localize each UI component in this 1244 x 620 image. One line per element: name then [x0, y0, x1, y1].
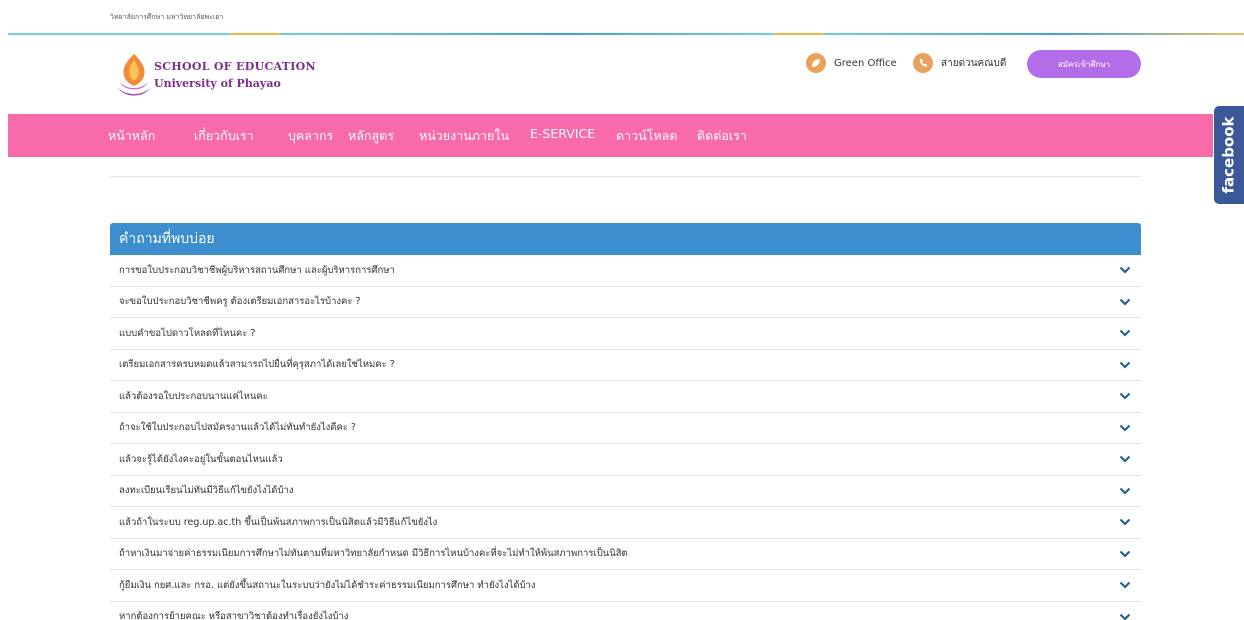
chevron-down-icon[interactable] [1119, 517, 1131, 527]
nav-item-contact[interactable]: ติดต่อเรา [697, 126, 747, 146]
faq-question: แล้วต้องรอใบประกอบนานแค่ไหนคะ [119, 390, 268, 402]
chevron-down-icon[interactable] [1119, 580, 1131, 590]
faq-item[interactable]: ถ้าหาเงินมาจ่ายค่าธรรมเนียมการศึกษาไม่ทั… [110, 539, 1141, 570]
nav-item-download[interactable]: ดาวน์โหลด [616, 126, 677, 146]
faq-item[interactable]: ลงทะเบียนเรียนไม่ทันมีวิธีแก้ไขยังไงได้บ… [110, 476, 1141, 507]
nav-item-about[interactable]: เกี่ยวกับเรา [194, 126, 254, 146]
faq-question: แล้วถ้าในระบบ reg.up.ac.th ขึ้นเป็นพ้นสภ… [119, 516, 438, 528]
dean-hotline-label: สายด่วนคณบดี [941, 57, 1007, 69]
faq-item[interactable]: แล้วต้องรอใบประกอบนานแค่ไหนคะ [110, 381, 1141, 413]
chevron-down-icon[interactable] [1119, 423, 1131, 433]
faq-item[interactable]: เตรียมเอกสารครบหมดแล้วสามารถไปยื่นที่คุร… [110, 350, 1141, 381]
logo-title: SCHOOL OF EDUCATION [154, 60, 316, 73]
faq-question: กู้ยืมเงิน กยศ.และ กรอ. แต่ยังขึ้นสถานะใ… [119, 579, 536, 591]
faq-item[interactable]: แล้วถ้าในระบบ reg.up.ac.th ขึ้นเป็นพ้นสภ… [110, 507, 1141, 539]
faq-question: ถ้าหาเงินมาจ่ายค่าธรรมเนียมการศึกษาไม่ทั… [119, 548, 628, 560]
nav-item-curriculum[interactable]: หลักสูตร [348, 126, 394, 146]
chevron-down-icon[interactable] [1119, 486, 1131, 496]
faq-item[interactable]: กู้ยืมเงิน กยศ.และ กรอ. แต่ยังขึ้นสถานะใ… [110, 570, 1141, 602]
chevron-down-icon[interactable] [1119, 297, 1131, 307]
nav-item-internal-units[interactable]: หน่วยงานภายใน [419, 126, 509, 146]
faq-title: คำถามที่พบบ่อย [110, 223, 1141, 255]
apply-button[interactable]: สมัครเข้าศึกษา [1027, 50, 1141, 78]
nav-item-personnel[interactable]: บุคลากร [288, 126, 333, 146]
faq-question: จะขอใบประกอบวิชาชีพครู ต้องเตรียมเอกสารอ… [119, 296, 361, 308]
faq-question: การขอใบประกอบวิชาชีพผู้บริหารสถานศึกษา แ… [119, 264, 395, 276]
chevron-down-icon[interactable] [1119, 265, 1131, 275]
decorative-stripe [8, 33, 1244, 35]
faq-question: ลงทะเบียนเรียนไม่ทันมีวิธีแก้ไขยังไงได้บ… [119, 485, 294, 497]
leaf-icon [806, 53, 826, 73]
content-divider [110, 176, 1141, 177]
main-navbar: หน้าหลัก เกี่ยวกับเรา บุคลากร หลักสูตร ห… [8, 114, 1213, 157]
chevron-down-icon[interactable] [1119, 454, 1131, 464]
facebook-tab[interactable]: facebook [1214, 106, 1244, 204]
faq-item[interactable]: แล้วจะรู้ได้ยังไงคะอยู่ในขั้นตอนไหนแล้ว [110, 444, 1141, 476]
nav-item-e-service[interactable]: E-SERVICE [530, 126, 595, 141]
site-logo[interactable]: SCHOOL OF EDUCATION University of Phayao [116, 52, 316, 102]
chevron-down-icon[interactable] [1119, 612, 1131, 620]
faq-item[interactable]: หากต้องการย้ายคณะ หรือสาขาวิชาต้องทำเรื่… [110, 602, 1141, 620]
top-bar: วิทยาลัยการศึกษา มหาวิทยาลัยพะเยา [0, 0, 1244, 34]
top-bar-text: วิทยาลัยการศึกษา มหาวิทยาลัยพะเยา [110, 13, 224, 21]
faq-item[interactable]: จะขอใบประกอบวิชาชีพครู ต้องเตรียมเอกสารอ… [110, 287, 1141, 318]
faq-question: เตรียมเอกสารครบหมดแล้วสามารถไปยื่นที่คุร… [119, 359, 395, 371]
chevron-down-icon[interactable] [1119, 391, 1131, 401]
faq-question: แบบคำขอไปดาวโหลดที่ไหนคะ ? [119, 327, 256, 339]
faq-item[interactable]: การขอใบประกอบวิชาชีพผู้บริหารสถานศึกษา แ… [110, 255, 1141, 287]
faq-item[interactable]: ถ้าจะใช้ใบประกอบไปสมัครงานแล้วได้ไม่ทันท… [110, 413, 1141, 444]
green-office-link[interactable]: Green Office [806, 52, 897, 74]
faq-item[interactable]: แบบคำขอไปดาวโหลดที่ไหนคะ ? [110, 318, 1141, 350]
logo-emblem-icon [118, 54, 150, 96]
chevron-down-icon[interactable] [1119, 328, 1131, 338]
nav-item-home[interactable]: หน้าหลัก [108, 126, 155, 146]
faq-question: ถ้าจะใช้ใบประกอบไปสมัครงานแล้วได้ไม่ทันท… [119, 422, 356, 434]
logo-subtitle: University of Phayao [154, 77, 281, 90]
phone-icon [913, 53, 933, 73]
chevron-down-icon[interactable] [1119, 549, 1131, 559]
facebook-label: facebook [1220, 116, 1239, 194]
green-office-label: Green Office [834, 57, 897, 69]
faq-question: แล้วจะรู้ได้ยังไงคะอยู่ในขั้นตอนไหนแล้ว [119, 453, 283, 465]
chevron-down-icon[interactable] [1119, 360, 1131, 370]
faq-panel: คำถามที่พบบ่อย การขอใบประกอบวิชาชีพผู้บร… [110, 223, 1141, 620]
faq-question: หากต้องการย้ายคณะ หรือสาขาวิชาต้องทำเรื่… [119, 611, 349, 620]
dean-hotline-link[interactable]: สายด่วนคณบดี [913, 52, 1006, 74]
